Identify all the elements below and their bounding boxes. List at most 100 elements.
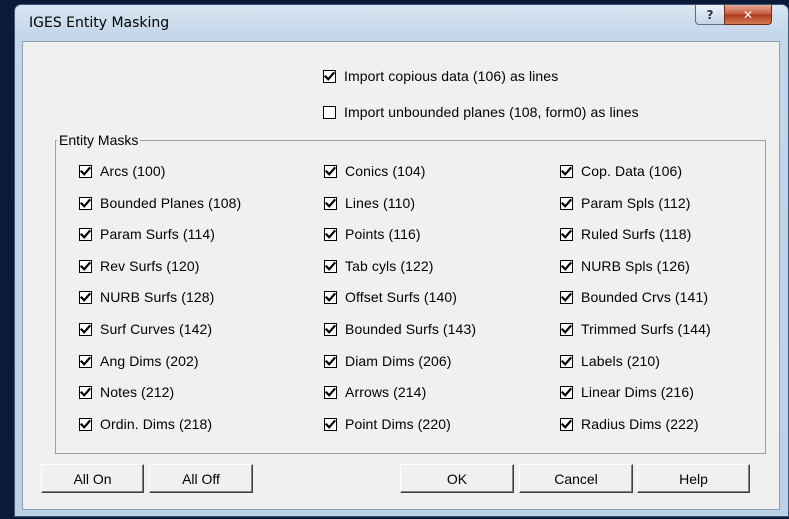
checkbox-cop-data-106[interactable]: Cop. Data (106)	[560, 163, 682, 179]
checkbox-label: Labels (210)	[581, 353, 661, 369]
checkbox-label: Trimmed Surfs (144)	[581, 321, 711, 337]
checkbox-point-dims-220[interactable]: Point Dims (220)	[324, 416, 451, 432]
checkbox-points-116[interactable]: Points (116)	[324, 226, 421, 242]
checkbox-checked-icon[interactable]	[79, 354, 92, 368]
checkbox-checked-icon[interactable]	[79, 385, 92, 399]
dialog-client-area: Import copious data (106) as lines Import…	[22, 41, 780, 510]
checkbox-checked-icon[interactable]	[560, 196, 573, 210]
checkbox-checked-icon[interactable]	[560, 164, 573, 178]
checkbox-label: Ruled Surfs (118)	[581, 226, 692, 242]
checkbox-label: Bounded Planes (108)	[100, 195, 242, 211]
question-icon: ?	[706, 7, 714, 22]
checkbox-rev-surfs-120[interactable]: Rev Surfs (120)	[79, 258, 200, 274]
close-icon: ✕	[742, 7, 754, 22]
checkbox-checked-icon[interactable]	[324, 385, 337, 399]
checkbox-arcs-100[interactable]: Arcs (100)	[79, 163, 166, 179]
help-button[interactable]: Help	[637, 464, 750, 493]
checkbox-trimmed-surfs-144[interactable]: Trimmed Surfs (144)	[560, 321, 711, 337]
checkbox-label: Lines (110)	[345, 195, 416, 211]
checkbox-unchecked-icon[interactable]	[323, 105, 336, 119]
checkbox-tab-cyls-122[interactable]: Tab cyls (122)	[324, 258, 434, 274]
dialog-window: IGES Entity Masking ? ✕ Import copious d…	[14, 4, 789, 517]
checkbox-checked-icon[interactable]	[324, 196, 337, 210]
checkbox-checked-icon[interactable]	[324, 164, 337, 178]
checkbox-checked-icon[interactable]	[324, 227, 337, 241]
checkbox-conics-104[interactable]: Conics (104)	[324, 163, 426, 179]
window-title: IGES Entity Masking	[29, 15, 170, 31]
checkbox-checked-icon[interactable]	[560, 354, 573, 368]
checkbox-label: NURB Spls (126)	[581, 258, 690, 274]
checkbox-diam-dims-206[interactable]: Diam Dims (206)	[324, 353, 452, 369]
checkbox-ordin-dims-218[interactable]: Ordin. Dims (218)	[79, 416, 212, 432]
checkbox-surf-curves-142[interactable]: Surf Curves (142)	[79, 321, 212, 337]
all-off-button[interactable]: All Off	[149, 464, 253, 493]
checkbox-checked-icon[interactable]	[79, 164, 92, 178]
checkbox-offset-surfs-140[interactable]: Offset Surfs (140)	[324, 289, 457, 305]
checkbox-label: Ordin. Dims (218)	[100, 416, 213, 432]
checkbox-label: Conics (104)	[345, 163, 426, 179]
checkbox-label: Arrows (214)	[345, 384, 427, 400]
close-button[interactable]: ✕	[724, 5, 772, 25]
checkbox-checked-icon[interactable]	[560, 290, 573, 304]
checkbox-nurb-surfs-128[interactable]: NURB Surfs (128)	[79, 289, 214, 305]
checkbox-label: Linear Dims (216)	[581, 384, 694, 400]
all-on-button[interactable]: All On	[41, 464, 144, 493]
checkbox-label: Rev Surfs (120)	[100, 258, 200, 274]
checkbox-checked-icon[interactable]	[79, 417, 92, 431]
checkbox-label: Arcs (100)	[100, 163, 166, 179]
checkbox-checked-icon[interactable]	[324, 259, 337, 273]
checkbox-label: Cop. Data (106)	[581, 163, 683, 179]
checkbox-param-spls-112[interactable]: Param Spls (112)	[560, 195, 691, 211]
checkbox-bounded-planes-108[interactable]: Bounded Planes (108)	[79, 195, 241, 211]
checkbox-checked-icon[interactable]	[324, 322, 337, 336]
checkbox-checked-icon[interactable]	[560, 385, 573, 399]
checkbox-import-unbounded-planes-108-form0-as-lines[interactable]: Import unbounded planes (108, form0) as …	[323, 104, 639, 120]
checkbox-label: Import copious data (106) as lines	[344, 68, 559, 84]
checkbox-nurb-spls-126[interactable]: NURB Spls (126)	[560, 258, 690, 274]
checkbox-label: Radius Dims (222)	[581, 416, 699, 432]
checkbox-label: Bounded Crvs (141)	[581, 289, 709, 305]
checkbox-checked-icon[interactable]	[560, 259, 573, 273]
checkbox-label: Tab cyls (122)	[345, 258, 434, 274]
checkbox-checked-icon[interactable]	[560, 417, 573, 431]
title-bar[interactable]: IGES Entity Masking ? ✕	[15, 5, 788, 41]
checkbox-label: Offset Surfs (140)	[345, 289, 458, 305]
checkbox-notes-212[interactable]: Notes (212)	[79, 384, 174, 400]
checkbox-labels-210[interactable]: Labels (210)	[560, 353, 660, 369]
checkbox-label: Param Spls (112)	[581, 195, 691, 211]
checkbox-label: Param Surfs (114)	[100, 226, 216, 242]
checkbox-checked-icon[interactable]	[323, 69, 336, 83]
checkbox-linear-dims-216[interactable]: Linear Dims (216)	[560, 384, 694, 400]
help-title-button[interactable]: ?	[695, 5, 725, 25]
checkbox-import-copious-data-106-as-lines[interactable]: Import copious data (106) as lines	[323, 68, 558, 84]
checkbox-radius-dims-222[interactable]: Radius Dims (222)	[560, 416, 699, 432]
checkbox-checked-icon[interactable]	[324, 290, 337, 304]
cancel-button[interactable]: Cancel	[519, 464, 633, 493]
checkbox-label: Points (116)	[345, 226, 421, 242]
checkbox-label: Point Dims (220)	[345, 416, 451, 432]
checkbox-label: Surf Curves (142)	[100, 321, 213, 337]
checkbox-checked-icon[interactable]	[79, 227, 92, 241]
checkbox-arrows-214[interactable]: Arrows (214)	[324, 384, 426, 400]
checkbox-checked-icon[interactable]	[560, 227, 573, 241]
checkbox-lines-110[interactable]: Lines (110)	[324, 195, 415, 211]
entity-masks-legend: Entity Masks	[57, 132, 141, 148]
checkbox-bounded-crvs-141[interactable]: Bounded Crvs (141)	[560, 289, 708, 305]
checkbox-checked-icon[interactable]	[79, 322, 92, 336]
checkbox-checked-icon[interactable]	[324, 417, 337, 431]
checkbox-label: Import unbounded planes (108, form0) as …	[344, 104, 639, 120]
checkbox-label: NURB Surfs (128)	[100, 289, 215, 305]
checkbox-ruled-surfs-118[interactable]: Ruled Surfs (118)	[560, 226, 691, 242]
checkbox-label: Notes (212)	[100, 384, 175, 400]
checkbox-checked-icon[interactable]	[560, 322, 573, 336]
checkbox-ang-dims-202[interactable]: Ang Dims (202)	[79, 353, 199, 369]
checkbox-param-surfs-114[interactable]: Param Surfs (114)	[79, 226, 215, 242]
checkbox-label: Bounded Surfs (143)	[345, 321, 477, 337]
checkbox-checked-icon[interactable]	[79, 259, 92, 273]
checkbox-bounded-surfs-143[interactable]: Bounded Surfs (143)	[324, 321, 476, 337]
ok-button[interactable]: OK	[400, 464, 514, 493]
checkbox-label: Diam Dims (206)	[345, 353, 452, 369]
checkbox-checked-icon[interactable]	[79, 196, 92, 210]
checkbox-checked-icon[interactable]	[79, 290, 92, 304]
checkbox-checked-icon[interactable]	[324, 354, 337, 368]
